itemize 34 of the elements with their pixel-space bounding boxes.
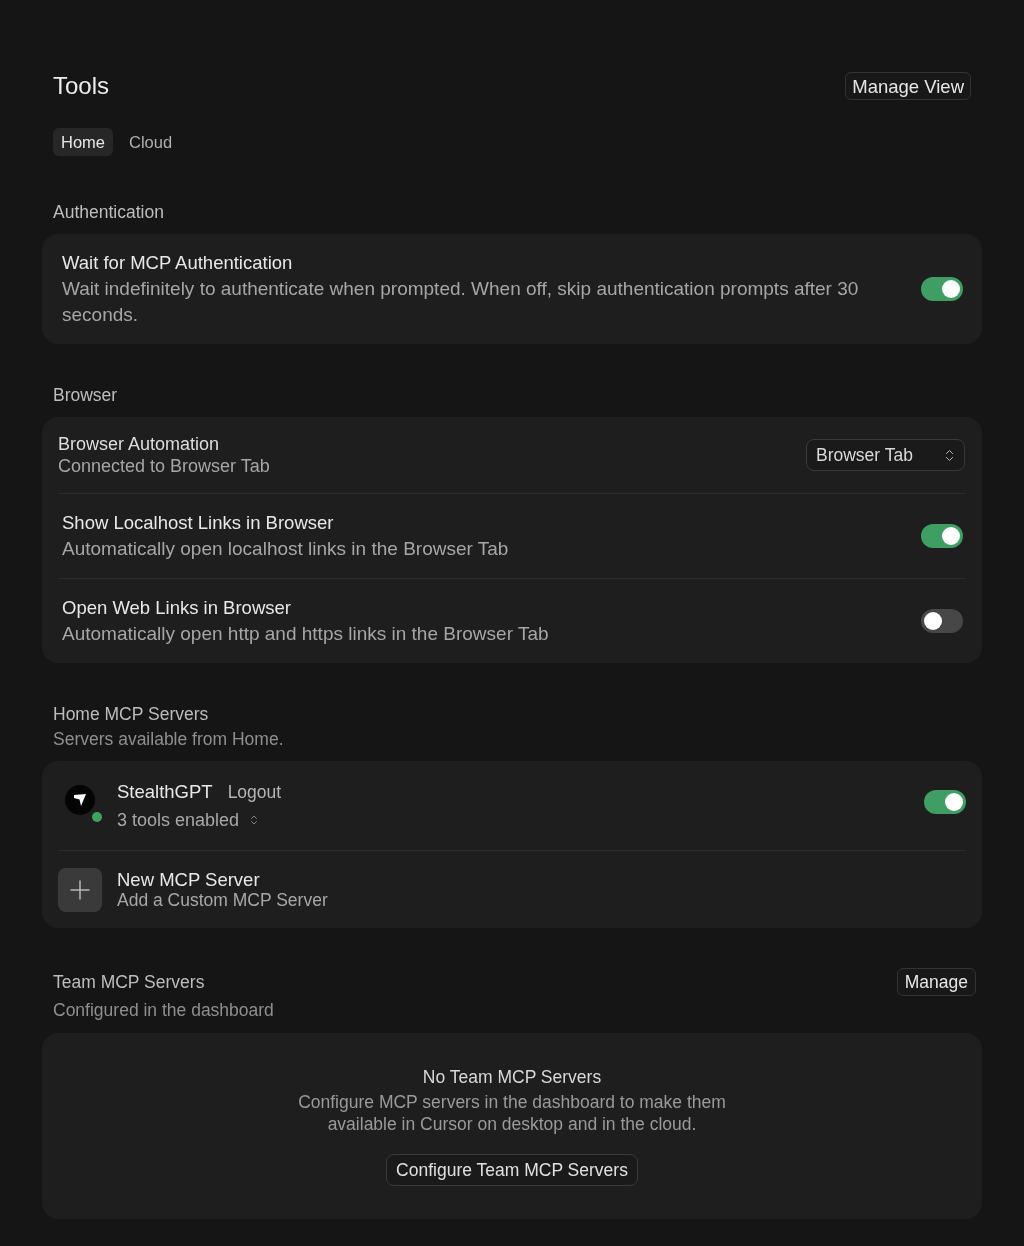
browser-select[interactable]: Browser Tab bbox=[806, 439, 965, 471]
setting-title: Open Web Links in Browser bbox=[62, 596, 292, 620]
tab[interactable]: Cloud bbox=[121, 128, 181, 156]
setting-description: Automatically open http and https links in the Browser Tab bbox=[62, 622, 550, 646]
setting-title: Show Localhost Links in Browser bbox=[62, 511, 335, 535]
toggle-switch[interactable] bbox=[921, 609, 963, 633]
logo-icon bbox=[65, 785, 95, 815]
section-heading: Team MCP Servers bbox=[53, 972, 205, 992]
plus-icon[interactable] bbox=[58, 868, 102, 912]
section-heading: Authentication bbox=[52, 202, 165, 222]
configure-button[interactable]: Configure Team MCP Servers bbox=[386, 1154, 638, 1186]
section-heading: Browser bbox=[52, 385, 119, 405]
section-subheading: Servers available from Home. bbox=[52, 729, 285, 749]
empty-state-description: Configure MCP servers in the dashboard to make them available in Cursor on desktop and in the cloud. bbox=[297, 1091, 727, 1135]
manage-view-button[interactable]: Manage View bbox=[845, 72, 971, 100]
section-heading: Home MCP Servers bbox=[52, 704, 210, 724]
logout-link[interactable]: Logout bbox=[227, 779, 282, 805]
setting-title: Wait for MCP Authentication bbox=[62, 251, 294, 275]
setting-title: Browser Automation bbox=[58, 433, 221, 455]
section-subheading: Configured in the dashboard bbox=[52, 1000, 275, 1020]
tools-dropdown[interactable]: 3 tools enabled bbox=[117, 807, 261, 833]
new-server-description: Add a Custom MCP Server bbox=[117, 890, 328, 910]
toggle-switch[interactable] bbox=[924, 790, 966, 814]
manage-button[interactable]: Manage bbox=[896, 968, 976, 996]
setting-description: Wait indefinitely to authenticate when prompted. When off, skip authentication prompts after 30 seconds. bbox=[62, 277, 860, 327]
tab[interactable]: Home bbox=[53, 128, 113, 156]
toggle-switch[interactable] bbox=[921, 524, 963, 548]
setting-description: Connected to Browser Tab bbox=[58, 455, 271, 477]
setting-description: Automatically open localhost links in the Browser Tab bbox=[62, 537, 510, 561]
page-title: Tools bbox=[53, 72, 110, 100]
server-name: StealthGPT bbox=[117, 780, 213, 804]
new-server-title: New MCP Server bbox=[117, 870, 261, 890]
toggle-switch[interactable] bbox=[921, 277, 963, 301]
empty-state-title: No Team MCP Servers bbox=[422, 1066, 602, 1088]
